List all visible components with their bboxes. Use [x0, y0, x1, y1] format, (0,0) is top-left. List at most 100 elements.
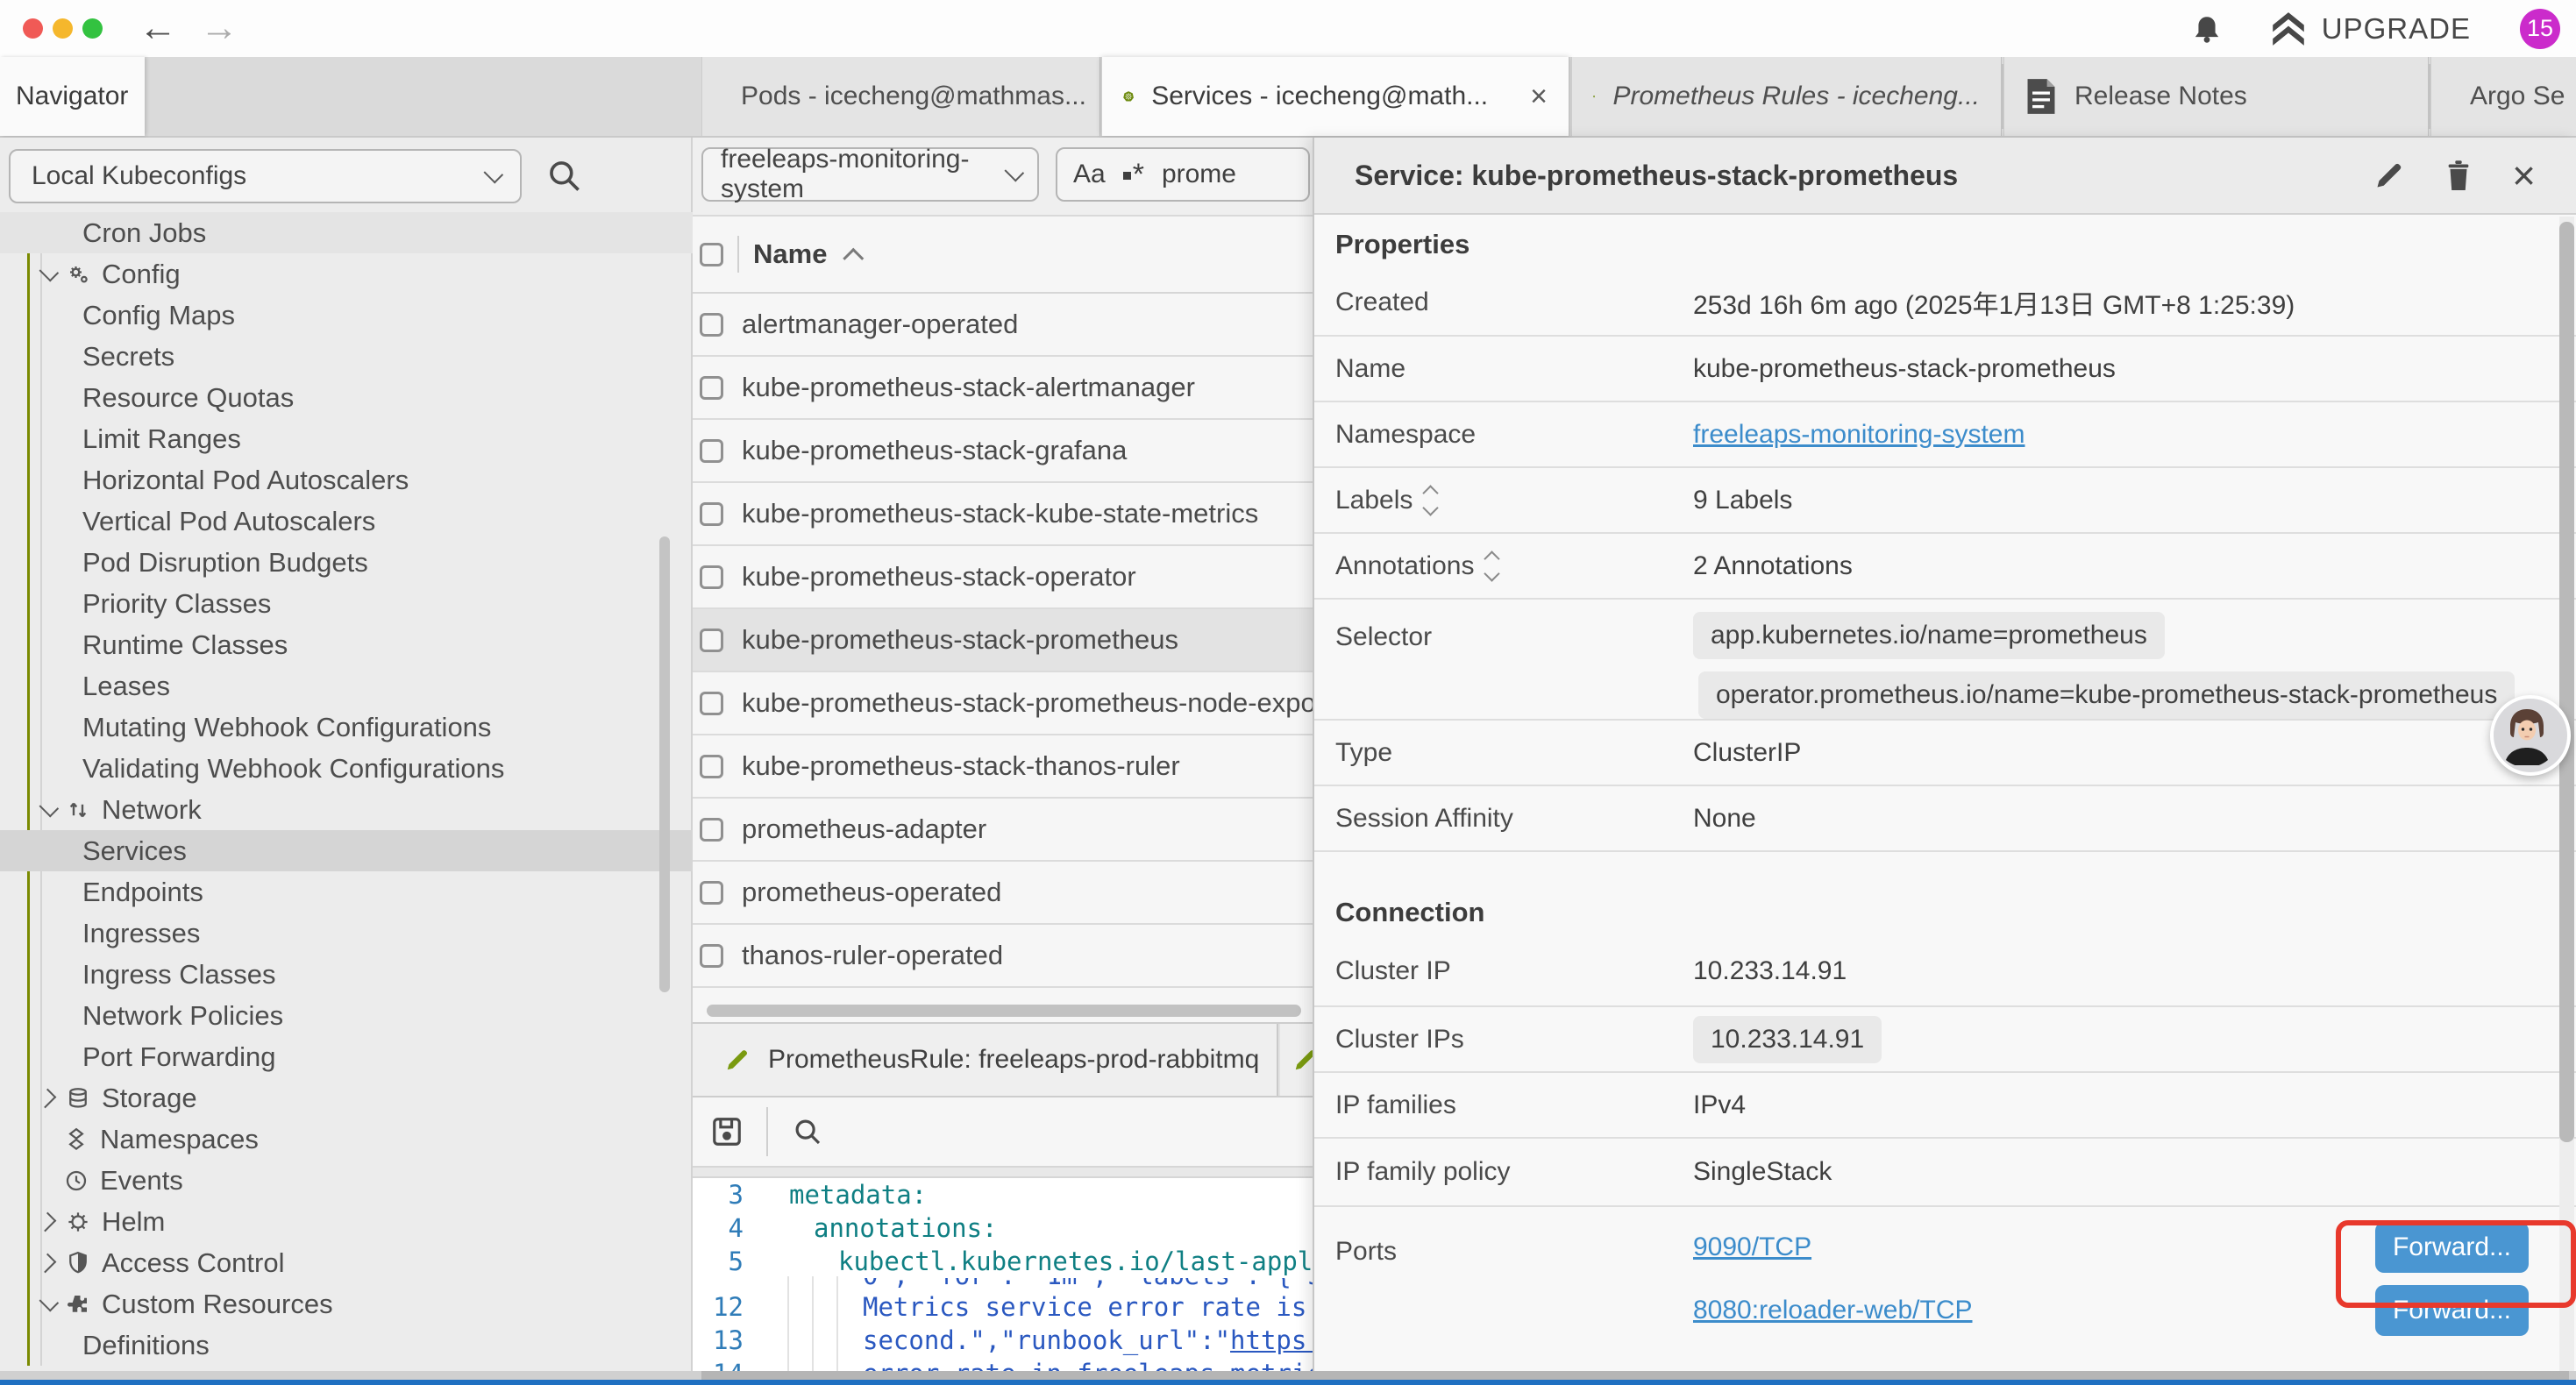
sidebar-group-storage[interactable]: Storage: [0, 1077, 693, 1119]
sidebar-item-events[interactable]: Events: [0, 1160, 693, 1201]
save-icon[interactable]: [710, 1115, 744, 1148]
notification-count-badge[interactable]: 15: [2520, 9, 2560, 49]
expand-collapse-icon[interactable]: [1425, 487, 1436, 514]
code-url-link[interactable]: https://net: [1230, 1325, 1313, 1355]
sidebar-group-helm[interactable]: Helm: [0, 1201, 693, 1242]
list-search-input[interactable]: Aa * prome: [1056, 147, 1310, 202]
detail-scrollbar-thumb[interactable]: [2559, 222, 2574, 1142]
sidebar-item-pod-disruption-budgets[interactable]: Pod Disruption Budgets: [0, 542, 693, 583]
editor-search-icon[interactable]: [791, 1115, 824, 1148]
tab-argo[interactable]: Argo Se: [2430, 57, 2576, 136]
sidebar-item-priority-classes[interactable]: Priority Classes: [0, 583, 693, 624]
sidebar-item-resource-quotas[interactable]: Resource Quotas: [0, 377, 693, 418]
match-case-toggle[interactable]: Aa: [1073, 160, 1106, 189]
sidebar-group-custom-resources[interactable]: Custom Resources: [0, 1283, 693, 1325]
forward-button-9090[interactable]: Forward...: [2375, 1222, 2529, 1273]
sidebar-item-horizontal-pod-autoscalers[interactable]: Horizontal Pod Autoscalers: [0, 459, 693, 501]
table-horizontal-scrollbar[interactable]: [707, 1005, 1301, 1017]
table-row[interactable]: kube-prometheus-stack-operator: [693, 546, 1313, 609]
tab-strip: Navigator Pods - icecheng@mathmas... Ser…: [0, 57, 2576, 138]
namespace-selector-value: freeleaps-monitoring-system: [721, 145, 1004, 204]
sidebar-item-config-maps[interactable]: Config Maps: [0, 295, 693, 336]
table-row-selected[interactable]: kube-prometheus-stack-prometheus: [693, 609, 1313, 672]
notifications-bell-icon[interactable]: [2192, 11, 2222, 46]
close-icon[interactable]: ×: [2512, 158, 2536, 193]
editor-tab-bar: PrometheusRule: freeleaps-prod-rabbitmq: [693, 1022, 1313, 1097]
sidebar-item-secrets[interactable]: Secrets: [0, 336, 693, 377]
row-checkbox[interactable]: [700, 376, 723, 400]
sidebar-item-mutating-webhook-configurations[interactable]: Mutating Webhook Configurations: [0, 707, 693, 748]
port-link-9090[interactable]: 9090/TCP: [1693, 1232, 1811, 1262]
upgrade-button[interactable]: UPGRADE: [2271, 12, 2471, 46]
namespace-link[interactable]: freeleaps-monitoring-system: [1693, 420, 2025, 449]
row-checkbox[interactable]: [700, 439, 723, 463]
editor-tab-next[interactable]: [1280, 1024, 1313, 1096]
tab-pods[interactable]: Pods - icecheng@mathmas...: [701, 57, 1100, 136]
table-row[interactable]: prometheus-operated: [693, 862, 1313, 925]
tab-prometheus-rules[interactable]: Prometheus Rules - icecheng...: [1571, 57, 2002, 136]
table-row[interactable]: alertmanager-operated: [693, 294, 1313, 357]
sidebar-item-runtime-classes[interactable]: Runtime Classes: [0, 624, 693, 665]
table-row[interactable]: thanos-ruler-operated: [693, 925, 1313, 988]
editor-tab-prometheusrule[interactable]: PrometheusRule: freeleaps-prod-rabbitmq: [693, 1024, 1278, 1096]
sidebar-group-config[interactable]: Config: [0, 253, 693, 295]
row-checkbox[interactable]: [700, 881, 723, 905]
sidebar-item-leases[interactable]: Leases: [0, 665, 693, 707]
sidebar-search-icon[interactable]: [545, 157, 584, 195]
sidebar-item-endpoints[interactable]: Endpoints: [0, 871, 693, 913]
sidebar-item-validating-webhook-configurations[interactable]: Validating Webhook Configurations: [0, 748, 693, 789]
avatar[interactable]: [2490, 695, 2571, 776]
row-checkbox[interactable]: [700, 565, 723, 589]
forward-button[interactable]: →: [200, 2, 238, 54]
sidebar-item-cron-jobs[interactable]: Cron Jobs: [0, 212, 693, 253]
sidebar-item-limit-ranges[interactable]: Limit Ranges: [0, 418, 693, 459]
namespace-selector[interactable]: freeleaps-monitoring-system: [701, 147, 1039, 202]
table-row[interactable]: kube-prometheus-stack-alertmanager: [693, 357, 1313, 420]
row-checkbox[interactable]: [700, 502, 723, 526]
port-link-8080[interactable]: 8080:reloader-web/TCP: [1693, 1296, 1973, 1325]
sort-ascending-icon[interactable]: [843, 247, 865, 268]
sidebar-item-vertical-pod-autoscalers[interactable]: Vertical Pod Autoscalers: [0, 501, 693, 542]
sidebar-item-ingresses[interactable]: Ingresses: [0, 913, 693, 954]
sidebar-item-ingress-classes[interactable]: Ingress Classes: [0, 954, 693, 995]
back-button[interactable]: ←: [139, 2, 177, 54]
traffic-light-close-icon[interactable]: [23, 18, 43, 39]
name-column-header[interactable]: Name: [753, 238, 827, 270]
row-checkbox[interactable]: [700, 755, 723, 778]
row-checkbox[interactable]: [700, 313, 723, 337]
row-checkbox[interactable]: [700, 629, 723, 652]
delete-trash-icon[interactable]: [2444, 159, 2473, 192]
kubeconfig-selector[interactable]: Local Kubeconfigs: [9, 149, 522, 203]
tab-close-icon[interactable]: ×: [1530, 80, 1548, 114]
yaml-editor[interactable]: 3metadata: 4annotations: 5kubectl.kubern…: [693, 1178, 1313, 1385]
traffic-light-minimize-icon[interactable]: [53, 18, 73, 39]
row-checkbox[interactable]: [700, 818, 723, 842]
table-row[interactable]: kube-prometheus-stack-prometheus-node-ex…: [693, 672, 1313, 735]
bottom-horizontal-scrollbar[interactable]: [0, 1371, 2576, 1380]
tab-release-notes[interactable]: Release Notes: [2003, 57, 2429, 136]
sidebar-item-definitions[interactable]: Definitions: [0, 1325, 693, 1366]
tab-services[interactable]: Services - icecheng@math... ×: [1101, 57, 1569, 136]
row-checkbox[interactable]: [700, 944, 723, 968]
regex-toggle[interactable]: *: [1123, 158, 1144, 192]
sidebar-group-access-control[interactable]: Access Control: [0, 1242, 693, 1283]
database-icon: [65, 1085, 91, 1112]
sidebar-item-services[interactable]: Services: [0, 830, 693, 871]
chevron-down-icon: [484, 164, 504, 184]
table-row[interactable]: prometheus-adapter: [693, 799, 1313, 862]
table-row[interactable]: kube-prometheus-stack-kube-state-metrics: [693, 483, 1313, 546]
select-all-checkbox[interactable]: [700, 243, 723, 266]
table-row[interactable]: kube-prometheus-stack-thanos-ruler: [693, 735, 1313, 799]
sidebar-item-port-forwarding[interactable]: Port Forwarding: [0, 1036, 693, 1077]
expand-collapse-icon[interactable]: [1486, 553, 1498, 579]
row-checkbox[interactable]: [700, 692, 723, 715]
navigator-panel-tab[interactable]: Navigator: [0, 57, 145, 136]
sidebar-scrollbar[interactable]: [659, 536, 670, 992]
forward-button-8080[interactable]: Forward...: [2375, 1285, 2529, 1336]
table-row[interactable]: kube-prometheus-stack-grafana: [693, 420, 1313, 483]
sidebar-item-network-policies[interactable]: Network Policies: [0, 995, 693, 1036]
sidebar-group-network[interactable]: Network: [0, 789, 693, 830]
edit-pencil-icon[interactable]: [2373, 160, 2405, 191]
sidebar-item-namespaces[interactable]: Namespaces: [0, 1119, 693, 1160]
traffic-light-zoom-icon[interactable]: [82, 18, 103, 39]
